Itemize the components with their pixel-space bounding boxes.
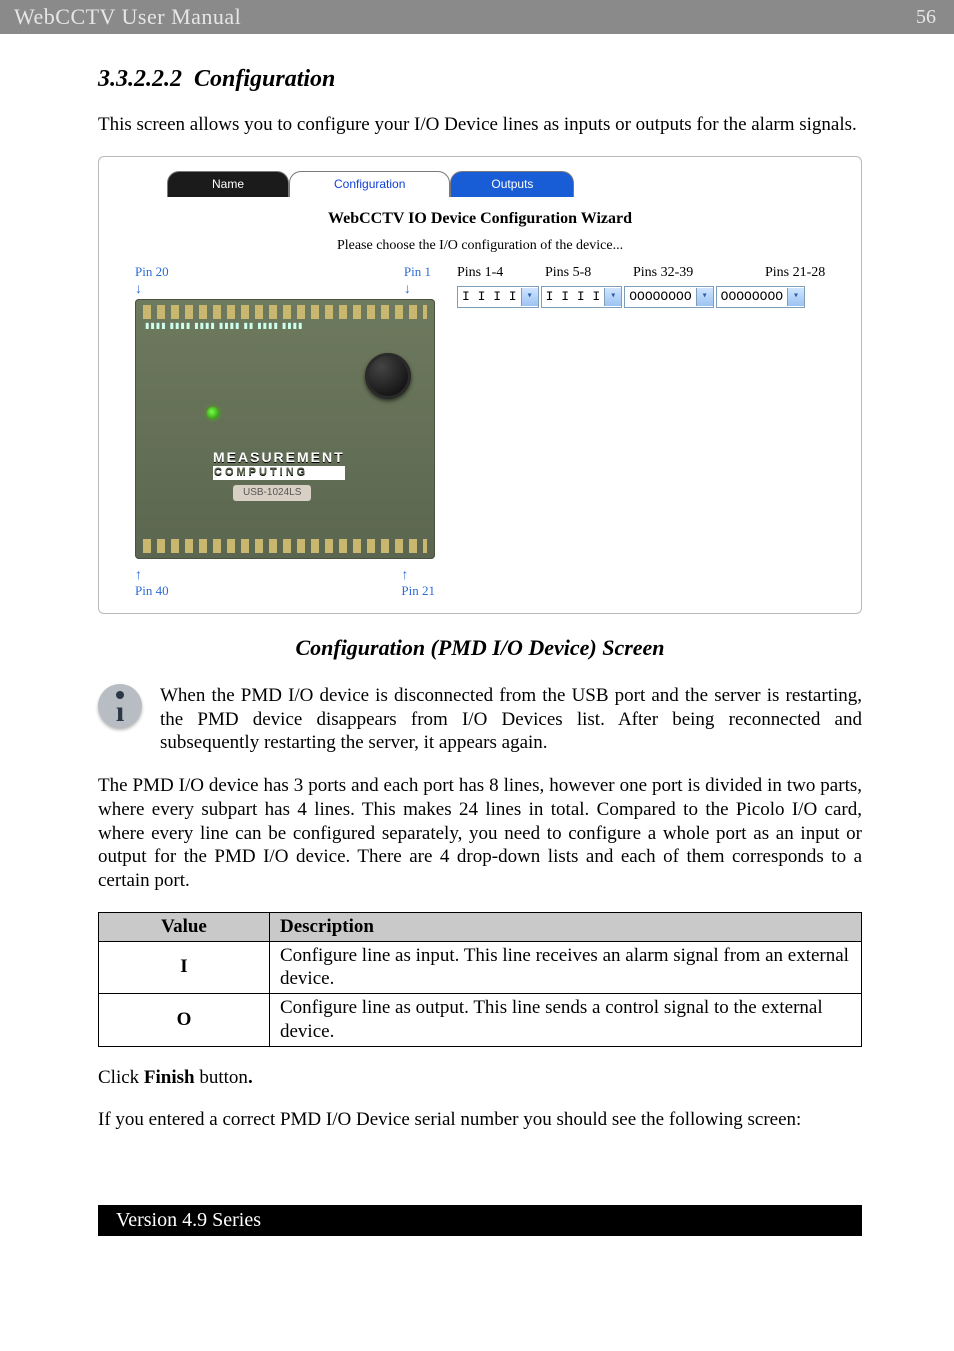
cell-description: Configure line as output. This line send… [270,994,862,1047]
table-header-row: Value Description [99,912,862,941]
arrow-down-icon: ↓ [404,282,411,297]
tab-outputs[interactable]: Outputs [450,171,574,197]
pins-bottom-icon [143,539,427,553]
info-note: ı When the PMD I/O device is disconnecte… [98,684,862,755]
brand-label: MEASUREMENT COMPUTING [213,449,345,480]
tab-name[interactable]: Name [167,171,289,197]
pins-top-icon [143,305,427,319]
form-column: Pins 1-4 Pins 5-8 Pins 32-39 Pins 21-28 … [457,264,831,599]
chevron-down-icon[interactable]: ▾ [521,288,538,306]
click-finish-line: Click Finish button. [98,1066,862,1090]
pin1-label: Pin 1 [404,264,431,279]
select-value: OOOOOOOO [625,289,695,305]
model-label: USB-1024LS [233,485,311,502]
wizard-screenshot: Name Configuration Outputs WebCCTV IO De… [98,156,862,615]
select-pins-32-39[interactable]: OOOOOOOO ▾ [624,286,713,308]
doc-title: WebCCTV User Manual [14,4,241,30]
footer-version: Version 4.9 Series [98,1205,862,1236]
th-value: Value [99,912,270,941]
page-content: 3.3.2.2.2 Configuration This screen allo… [0,34,954,1181]
arrow-up-icon: ↑ [135,568,142,583]
device-column: Pin 20 ↓ Pin 1 ↓ ▮▮▮▮ ▮▮▮▮ ▮▮▮▮ ▮▮▮▮ ▮▮ ▮▮… [135,264,435,599]
chevron-down-icon[interactable]: ▾ [696,288,713,306]
arrow-down-icon: ↓ [135,282,142,297]
section-number: 3.3.2.2.2 [98,66,182,92]
section-title: Configuration [194,66,335,92]
select-pins-1-4[interactable]: I I I I ▾ [457,286,539,308]
select-pins-21-28[interactable]: OOOOOOOO ▾ [716,286,805,308]
device-board: ▮▮▮▮ ▮▮▮▮ ▮▮▮▮ ▮▮▮▮ ▮▮ ▮▮▮▮ ▮▮▮▮ MEASURE… [135,299,435,559]
label-pins-5-8: Pins 5-8 [545,264,611,282]
label-pins-1-4: Pins 1-4 [457,264,523,282]
page-number: 56 [916,6,936,29]
th-description: Description [270,912,862,941]
wizard-subtitle: Please choose the I/O configuration of t… [99,237,861,255]
tab-configuration[interactable]: Configuration [289,171,450,197]
table-row: O Configure line as output. This line se… [99,994,862,1047]
select-value: I I I I [542,289,605,305]
pin20-label: Pin 20 [135,264,169,279]
label-pins-21-28: Pins 21-28 [765,264,825,282]
chevron-down-icon[interactable]: ▾ [787,288,804,306]
intro-paragraph: This screen allows you to configure your… [98,113,862,137]
select-pins-5-8[interactable]: I I I I ▾ [541,286,623,308]
cell-description: Configure line as input. This line recei… [270,941,862,994]
brand-bottom: COMPUTING [213,466,345,480]
knob-icon [365,353,411,399]
select-value: OOOOOOOO [717,289,787,305]
info-icon: ı [98,684,142,728]
figure-caption: Configuration (PMD I/O Device) Screen [98,634,862,662]
cell-value: I [99,941,270,994]
pin40-label: Pin 40 [135,583,169,598]
table-row: I Configure line as input. This line rec… [99,941,862,994]
led-icon [207,407,219,419]
label-pins-32-39: Pins 32-39 [633,264,743,282]
paragraph-ports: The PMD I/O device has 3 ports and each … [98,774,862,893]
info-text: When the PMD I/O device is disconnected … [160,684,862,755]
value-table: Value Description I Configure line as in… [98,912,862,1047]
board-top-labels: ▮▮▮▮ ▮▮▮▮ ▮▮▮▮ ▮▮▮▮ ▮▮ ▮▮▮▮ ▮▮▮▮ [145,321,303,331]
pin21-label: Pin 21 [401,583,435,598]
select-value: I I I I [458,289,521,305]
chevron-down-icon[interactable]: ▾ [604,288,621,306]
page-header: WebCCTV User Manual 56 [0,0,954,34]
brand-top: MEASUREMENT [213,449,345,465]
finish-bold: Finish [144,1067,195,1088]
section-heading: 3.3.2.2.2 Configuration [98,64,862,94]
wizard-title: WebCCTV IO Device Configuration Wizard [99,209,861,229]
tab-row: Name Configuration Outputs [99,157,861,197]
cell-value: O [99,994,270,1047]
arrow-up-icon: ↑ [401,568,408,583]
paragraph-serial: If you entered a correct PMD I/O Device … [98,1108,862,1132]
